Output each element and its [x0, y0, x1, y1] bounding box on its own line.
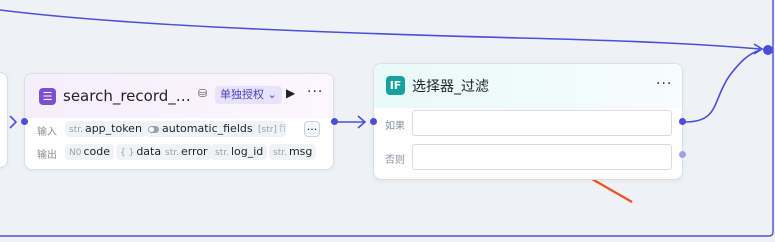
chip-label: app_token	[84, 122, 142, 135]
search-record-node[interactable]: ☰ search_record_查… ⛁ 单独授权 ⌄ ▶ ··· 输入 str…	[24, 73, 334, 170]
chip-label: code	[83, 145, 110, 158]
input-chip: [str]fie	[254, 121, 286, 137]
chip-label: data	[136, 145, 162, 158]
auth-icon: ⛁	[198, 87, 208, 100]
chip-label: error	[180, 145, 208, 158]
else-condition-input[interactable]	[412, 144, 672, 170]
type-prefix: str.	[215, 148, 229, 158]
output-chip: str. msg	[269, 144, 317, 160]
wire-left-arrowhead	[9, 115, 18, 129]
more-inputs-button[interactable]: ···	[304, 121, 320, 137]
end-node-port[interactable]	[763, 45, 773, 55]
type-prefix: str.	[273, 148, 287, 158]
previous-node-edge[interactable]	[0, 72, 8, 168]
search-input-port[interactable]	[21, 118, 28, 125]
workflow-canvas[interactable]: ☰ search_record_查… ⛁ 单独授权 ⌄ ▶ ··· 输入 str…	[0, 0, 775, 242]
output-chip: str. error	[161, 144, 212, 160]
output-chip: str. log_id	[211, 144, 268, 160]
if-icon: IF	[386, 76, 405, 95]
if-selector-node[interactable]: IF 选择器_过滤 ··· 如果 否则	[373, 63, 683, 180]
wire-if-to-end	[684, 49, 761, 123]
input-chip: str. app_token	[65, 121, 146, 137]
node-title[interactable]: search_record_查…	[63, 85, 191, 106]
input-chip: automatic_fields	[144, 121, 257, 137]
else-label: 否则	[385, 155, 405, 166]
output-chip: { } data	[116, 144, 166, 160]
node-title[interactable]: 选择器_过滤	[412, 76, 489, 96]
chip-label: msg	[288, 145, 313, 158]
else-output-port[interactable]	[679, 151, 686, 158]
if-true-output-port[interactable]	[679, 118, 686, 125]
chevron-down-icon: ⌄	[267, 88, 277, 101]
auth-badge[interactable]: 单独授权 ⌄	[215, 86, 282, 104]
play-icon[interactable]: ▶	[286, 86, 295, 100]
table-icon: ☰	[39, 88, 56, 105]
more-icon[interactable]: ···	[656, 76, 672, 92]
output-label: 输出	[37, 150, 57, 161]
type-prefix: str.	[69, 125, 83, 135]
type-prefix: { }	[120, 148, 135, 158]
if-condition-input[interactable]	[412, 110, 672, 136]
type-prefix: N0	[69, 148, 82, 158]
input-label: 输入	[37, 127, 57, 138]
auth-badge-label: 单独授权	[220, 88, 264, 101]
if-input-port[interactable]	[370, 118, 377, 125]
search-output-port[interactable]	[331, 118, 338, 125]
type-prefix: str.	[165, 148, 179, 158]
type-prefix: [str]	[258, 125, 277, 135]
chip-label: fie	[278, 122, 286, 135]
toggle-icon	[148, 125, 159, 133]
output-chip: N0 code	[65, 144, 114, 160]
wire-top	[0, 9, 761, 50]
chip-label: automatic_fields	[162, 122, 253, 135]
if-label: 如果	[385, 121, 405, 132]
chip-label: log_id	[230, 145, 264, 158]
more-icon[interactable]: ···	[307, 84, 323, 100]
